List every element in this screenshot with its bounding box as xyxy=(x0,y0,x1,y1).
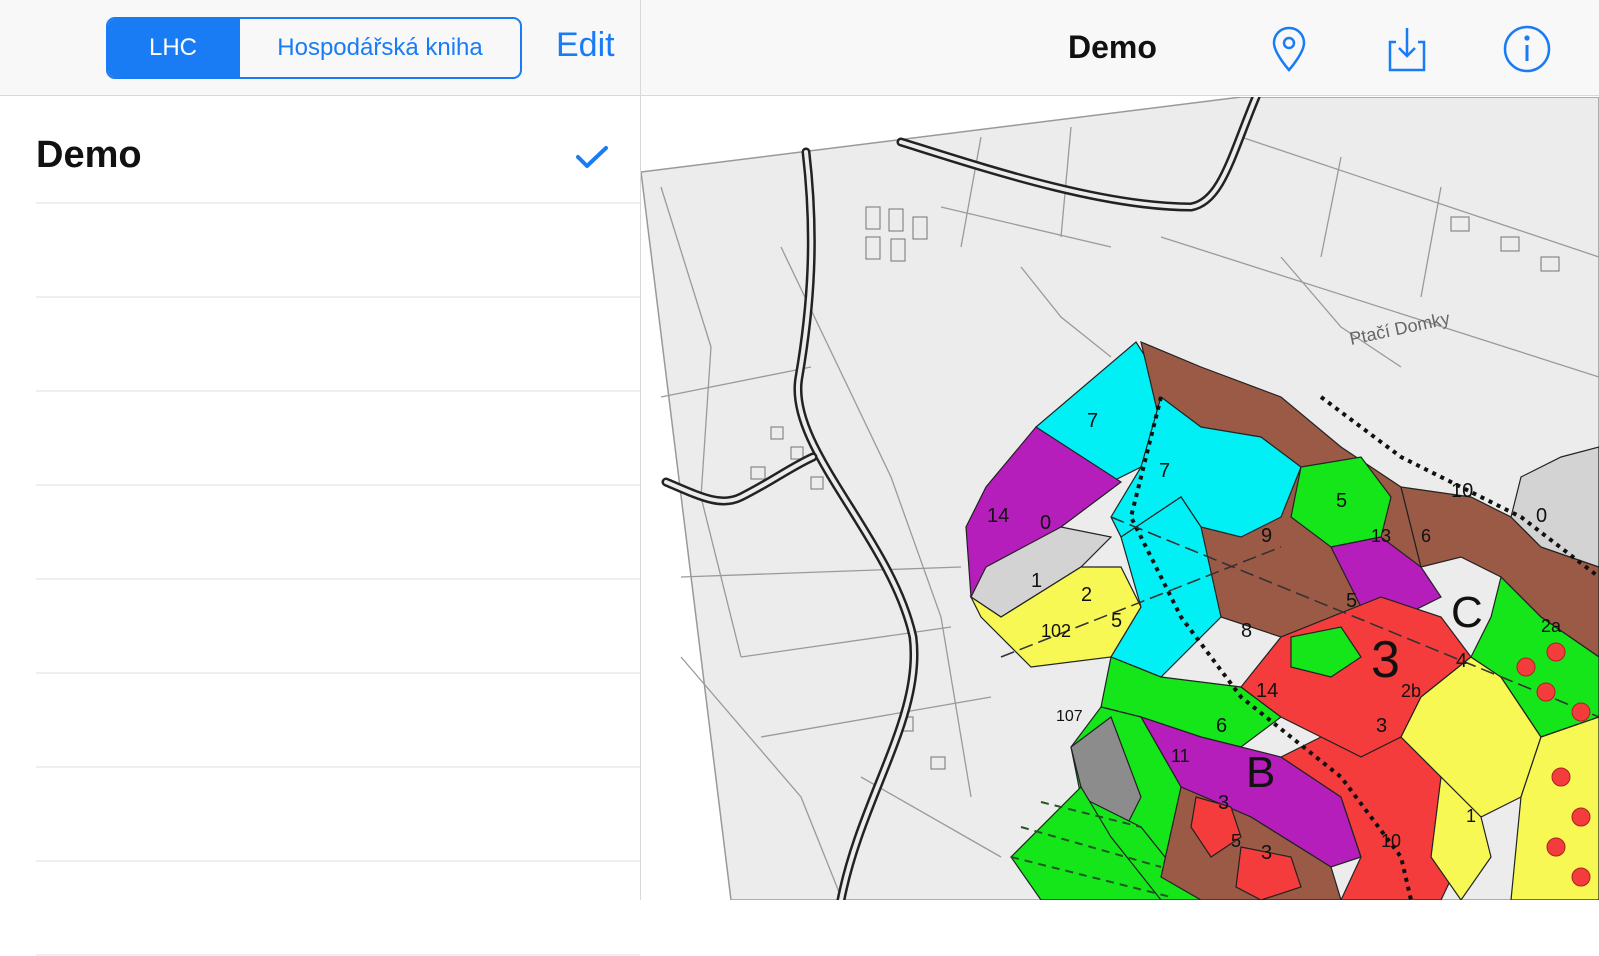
stand-label: 3 xyxy=(1218,792,1229,814)
list-row-empty xyxy=(36,204,640,298)
stand-label: 107 xyxy=(1056,708,1083,725)
stand-label: 0 xyxy=(1040,512,1051,534)
download-icon[interactable] xyxy=(1380,22,1434,76)
page-title: Demo xyxy=(1068,29,1157,65)
stand-label: 7 xyxy=(1087,410,1098,432)
map-canvas: Ptačí Domky 7 7 14 0 1 2 102 5 9 5 10 13… xyxy=(641,97,1599,900)
list-row-empty xyxy=(36,486,640,580)
stand-label: 9 xyxy=(1261,525,1272,547)
stand-label: 3 xyxy=(1376,715,1387,737)
stand-label: 0 xyxy=(1536,505,1547,527)
list-item-label: Demo xyxy=(36,134,142,176)
stand-label: 1 xyxy=(1031,570,1042,592)
segmented-control: LHC Hospodářská kniha xyxy=(106,17,522,79)
stand-label: 1 xyxy=(1466,806,1476,826)
stand-label: 3 xyxy=(1261,842,1272,864)
list-row-empty xyxy=(36,674,640,768)
forest-map[interactable]: Ptačí Domky 7 7 14 0 1 2 102 5 9 5 10 13… xyxy=(641,97,1599,900)
list-row-empty xyxy=(36,298,640,392)
list-row-empty xyxy=(36,768,640,862)
stand-label: 2b xyxy=(1401,681,1421,701)
stand-label: 14 xyxy=(987,505,1009,527)
stand-label: 2a xyxy=(1541,616,1562,636)
list-row-empty xyxy=(36,392,640,486)
stand-label: 5 xyxy=(1111,610,1122,632)
stand-label: 10 xyxy=(1451,480,1473,502)
stand-label: 3 xyxy=(1371,631,1400,689)
stand-label: 6 xyxy=(1216,715,1227,737)
list-row-empty xyxy=(36,862,640,956)
map-list: Demo xyxy=(0,96,640,956)
stand-label: 6 xyxy=(1421,526,1431,546)
stand-label: 11 xyxy=(1171,746,1190,766)
location-pin-icon[interactable] xyxy=(1262,22,1316,76)
edit-button[interactable]: Edit xyxy=(556,26,615,65)
segment-lhc[interactable]: LHC xyxy=(108,19,238,77)
checkmark-icon xyxy=(576,146,608,168)
segment-hospodarska-kniha[interactable]: Hospodářská kniha xyxy=(238,19,520,77)
stand-label: 8 xyxy=(1241,620,1252,642)
stand-label: 7 xyxy=(1159,460,1170,482)
info-icon[interactable] xyxy=(1500,22,1554,76)
list-item[interactable]: Demo xyxy=(36,110,640,204)
stand-label: 14 xyxy=(1256,680,1278,702)
stand-label: 10 xyxy=(1381,831,1401,851)
stand-label: B xyxy=(1246,748,1275,797)
navigation-bar: LHC Hospodářská kniha Edit Demo xyxy=(0,0,1599,96)
stand-label: 5 xyxy=(1231,831,1241,851)
stand-label: 5 xyxy=(1336,490,1347,512)
stand-label: 4 xyxy=(1456,650,1467,672)
stand-label: 102 xyxy=(1041,621,1071,641)
stand-label: 5 xyxy=(1346,590,1357,612)
stand-label: 2 xyxy=(1081,584,1092,606)
list-row-empty xyxy=(36,580,640,674)
stand-label: C xyxy=(1451,588,1483,637)
stand-label: 13 xyxy=(1371,526,1391,546)
